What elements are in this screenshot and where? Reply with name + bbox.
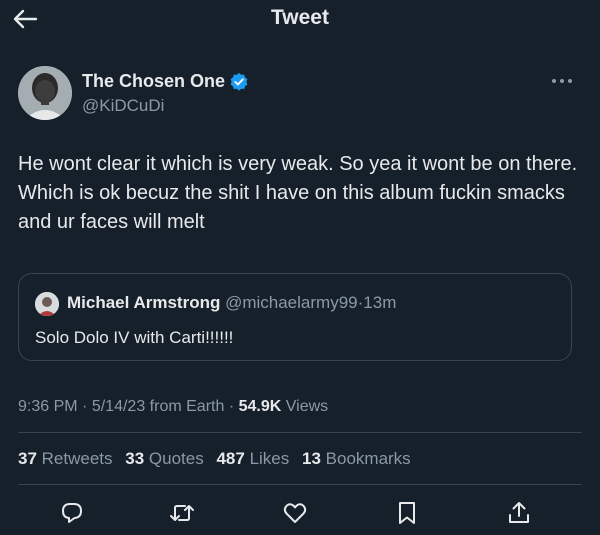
reply-icon bbox=[62, 503, 82, 523]
reply-button[interactable] bbox=[56, 497, 88, 529]
page-title: Tweet bbox=[271, 6, 329, 29]
stat-likes[interactable]: 487 Likes bbox=[216, 449, 289, 468]
like-button[interactable] bbox=[279, 497, 311, 529]
divider bbox=[18, 432, 582, 433]
author-name[interactable]: The Chosen One bbox=[82, 71, 225, 92]
views-count: 54.9K bbox=[238, 398, 282, 415]
tweet-date[interactable]: 5/14/23 bbox=[92, 398, 145, 415]
stat-retweets[interactable]: 37 Retweets bbox=[18, 449, 113, 468]
stat-bookmarks[interactable]: 13 Bookmarks bbox=[302, 449, 411, 468]
quote-author-name: Michael Armstrong bbox=[67, 293, 221, 312]
tweet-source: from Earth bbox=[149, 398, 225, 415]
action-bar bbox=[0, 497, 600, 529]
tweet-meta: 9:36 PM · 5/14/23 from Earth · 54.9K Vie… bbox=[18, 398, 328, 416]
like-icon bbox=[283, 503, 307, 523]
bookmark-button[interactable] bbox=[391, 497, 423, 529]
quoted-tweet[interactable]: Michael Armstrong @michaelarmy99·13m Sol… bbox=[18, 273, 572, 361]
share-button[interactable] bbox=[503, 497, 535, 529]
retweet-icon bbox=[170, 505, 194, 521]
quote-time: 13m bbox=[363, 293, 397, 312]
quote-author-handle: @michaelarmy99 bbox=[225, 293, 358, 312]
quote-header: Michael Armstrong @michaelarmy99·13m bbox=[67, 293, 396, 313]
retweet-button[interactable] bbox=[166, 497, 198, 529]
bookmark-icon bbox=[399, 502, 415, 524]
top-bar: Tweet bbox=[0, 0, 600, 40]
share-icon bbox=[509, 502, 529, 523]
quote-avatar bbox=[35, 292, 59, 316]
author-handle[interactable]: @KiDCuDi bbox=[82, 96, 164, 116]
stat-quotes[interactable]: 33 Quotes bbox=[125, 449, 203, 468]
divider bbox=[18, 484, 582, 485]
avatar[interactable] bbox=[18, 66, 72, 120]
meta-separator: · bbox=[228, 398, 235, 415]
engagement-stats: 37 Retweets 33 Quotes 487 Likes 13 Bookm… bbox=[18, 449, 419, 469]
tweet-text: He wont clear it which is very weak. So … bbox=[18, 153, 578, 233]
quote-text: Solo Dolo IV with Carti!!!!!! bbox=[35, 328, 234, 347]
more-dots-icon bbox=[552, 79, 572, 83]
views-label: Views bbox=[285, 398, 329, 415]
meta-separator: · bbox=[82, 398, 88, 415]
more-options-button[interactable] bbox=[548, 72, 576, 90]
tweet-time[interactable]: 9:36 PM bbox=[18, 398, 78, 415]
verified-badge-icon bbox=[230, 72, 248, 91]
author-name-row[interactable]: The Chosen One bbox=[82, 71, 249, 92]
